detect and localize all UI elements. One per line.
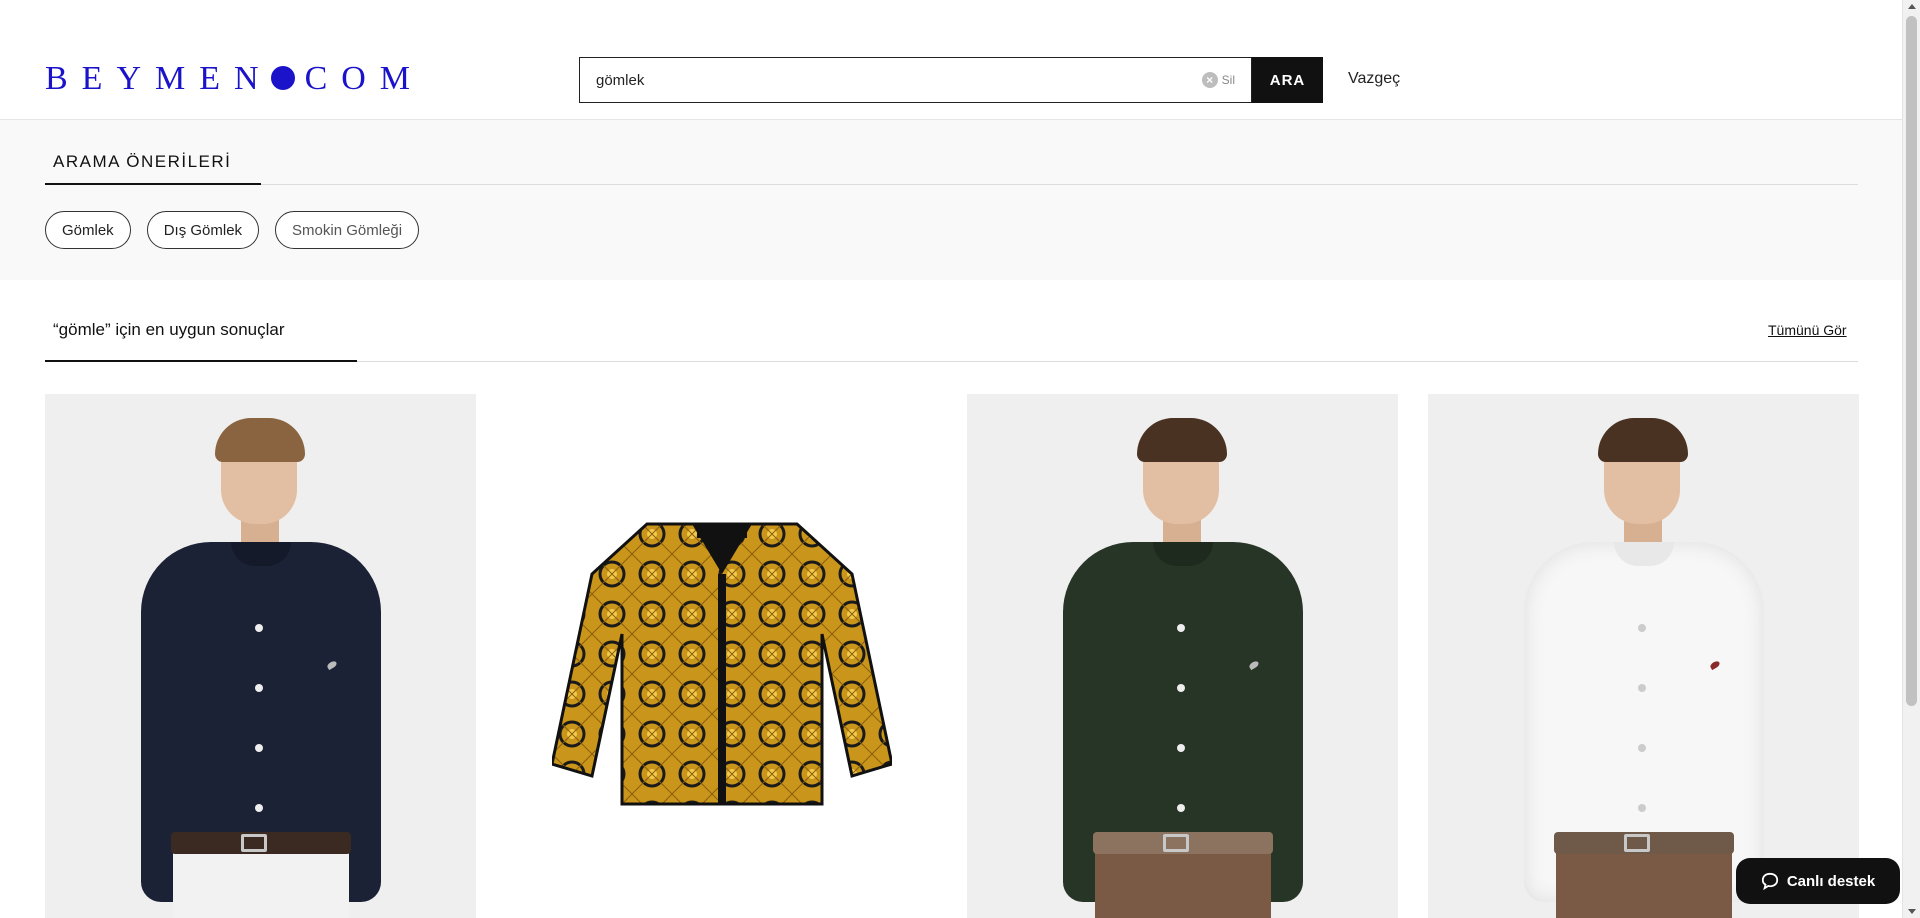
suggestion-chips: Gömlek Dış Gömlek Smokin Gömleği: [45, 211, 420, 249]
search-suggestions: ARAMA ÖNERİLERİ Gömlek Dış Gömlek Smokin…: [0, 120, 1902, 280]
cancel-button[interactable]: Vazgeç: [1348, 70, 1400, 88]
shirt-button: [1177, 744, 1185, 752]
scroll-down-icon[interactable]: [1908, 909, 1916, 914]
model-hair: [1137, 418, 1227, 462]
shirt-button: [255, 684, 263, 692]
shirt-button: [1638, 744, 1646, 752]
shirt-button: [1638, 624, 1646, 632]
results-title: “gömle” için en uygun sonuçlar: [53, 320, 285, 339]
shirt-button: [1177, 624, 1185, 632]
model-hair: [1598, 418, 1688, 462]
suggestions-title: ARAMA ÖNERİLERİ: [53, 152, 232, 171]
search-button[interactable]: ARA: [1252, 57, 1323, 103]
model-hair: [215, 418, 305, 462]
belt-buckle: [1624, 834, 1650, 852]
pants-image: [1556, 852, 1732, 918]
product-card-4[interactable]: [1428, 394, 1859, 918]
chat-bubble-icon: [1761, 872, 1778, 890]
live-chat-button[interactable]: Canlı destek: [1736, 858, 1900, 904]
suggestions-tab-underline: [45, 183, 261, 185]
shirt-button: [1177, 684, 1185, 692]
clear-label[interactable]: Sil: [1222, 73, 1235, 87]
see-all-link[interactable]: Tümünü Gör: [1768, 322, 1847, 338]
results-tab-underline: [45, 360, 357, 362]
suggestion-chip-dis-gomlek[interactable]: Dış Gömlek: [146, 211, 260, 249]
product-card-1[interactable]: [45, 394, 476, 918]
clear-search-button[interactable]: × Sil: [1201, 72, 1235, 88]
live-chat-label: Canlı destek: [1786, 872, 1876, 890]
pants-image: [173, 852, 349, 918]
scrollbar-thumb[interactable]: [1906, 16, 1917, 706]
pants-image: [1095, 852, 1271, 918]
versace-baroque-shirt-image: [552, 522, 892, 806]
clear-icon[interactable]: ×: [1201, 72, 1218, 88]
page-scrollbar[interactable]: [1902, 0, 1920, 918]
product-card-2[interactable]: [506, 394, 937, 918]
logo-dot-icon: [270, 66, 295, 91]
shirt-button: [255, 804, 263, 812]
site-header: BEYMENCOM × Sil ARA Vazgeç: [0, 0, 1902, 120]
search-box: × Sil: [579, 57, 1252, 103]
shirt-button: [1177, 804, 1185, 812]
product-card-3[interactable]: [967, 394, 1398, 918]
product-grid: [45, 394, 1859, 918]
beymen-logo[interactable]: BEYMEN COM: [45, 62, 424, 96]
shirt-button: [1638, 684, 1646, 692]
suggestions-divider: [45, 184, 1858, 185]
shirt-button: [255, 624, 263, 632]
suggestion-chip-smokin-gomlegi[interactable]: Smokin Gömleği: [275, 211, 420, 249]
belt-buckle: [1163, 834, 1189, 852]
shirt-button: [255, 744, 263, 752]
shirt-button: [1638, 804, 1646, 812]
suggestion-chip-gomlek[interactable]: Gömlek: [45, 211, 131, 249]
search-input[interactable]: [580, 58, 1180, 102]
scroll-up-icon[interactable]: [1908, 4, 1916, 9]
belt-buckle: [241, 834, 267, 852]
